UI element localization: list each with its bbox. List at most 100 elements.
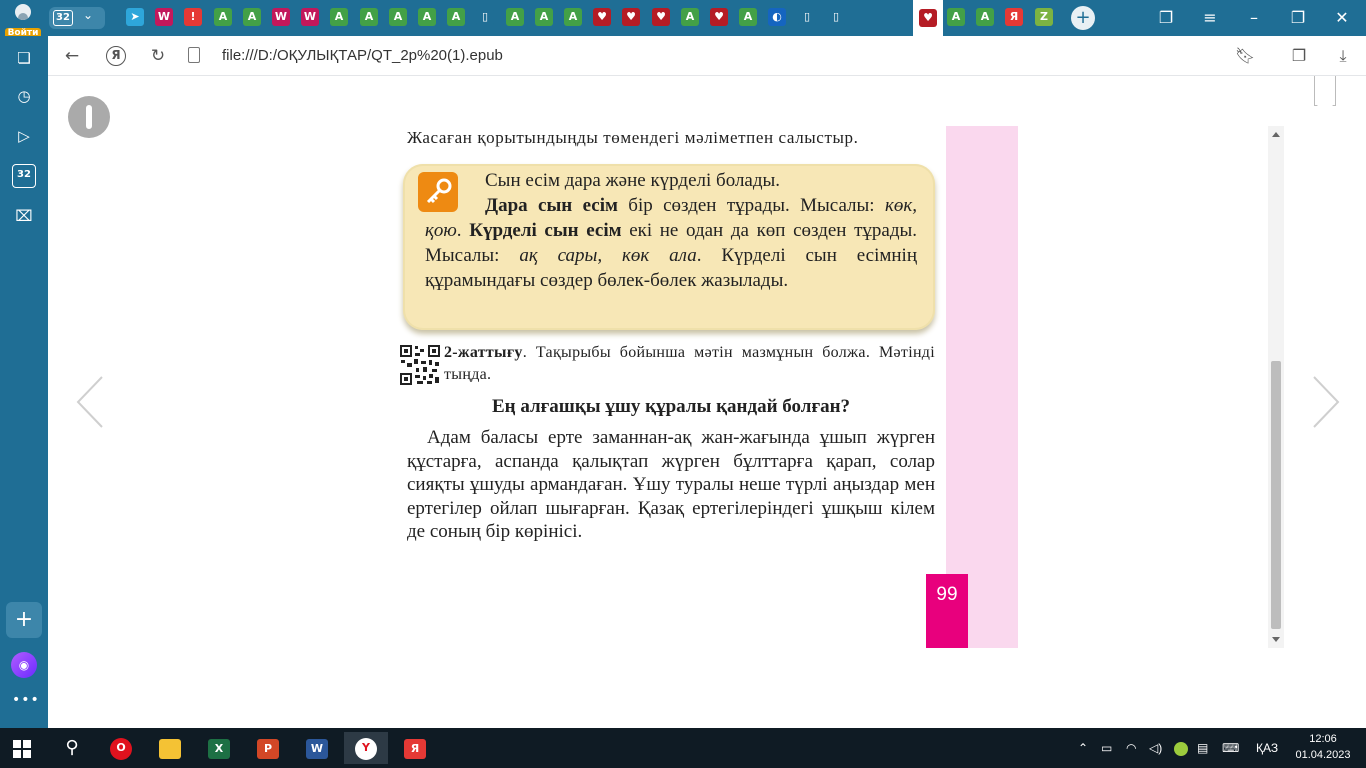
active-tab[interactable]: ♥ [913, 0, 943, 36]
rule-line-1: Сын есім дара және күрделі болады. [485, 170, 781, 191]
reload-icon[interactable]: ↻ [146, 44, 170, 68]
a-green-icon[interactable]: A [447, 8, 465, 26]
a-green-icon[interactable]: A [681, 8, 699, 26]
file-icon[interactable]: ▯ [798, 8, 816, 26]
story-text: Адам баласы ерте заманнан-ақ жан-жағында… [407, 426, 935, 544]
tray-expand-icon[interactable]: ⌃ [1078, 728, 1088, 768]
alice-assistant-icon[interactable]: ◉ [11, 652, 37, 678]
z-green-icon[interactable]: Z [1035, 8, 1053, 26]
bookmark-icon[interactable]: 🔖︎ [1233, 44, 1257, 68]
reader-menu-button[interactable] [68, 96, 110, 138]
clock-date: 01.04.2023 [1295, 749, 1351, 761]
video-icon[interactable]: ▷ [12, 124, 36, 148]
search-icon[interactable]: ⚲ [50, 732, 94, 764]
a-green-icon[interactable]: A [330, 8, 348, 26]
update-icon[interactable] [1174, 728, 1188, 768]
collections-icon[interactable]: ❏ [12, 46, 36, 70]
complex-adjective-examples: ақ сары, көк ала [519, 245, 697, 266]
doc-w-icon[interactable]: W [272, 8, 290, 26]
file-icon [188, 47, 200, 63]
a-green-icon[interactable]: A [535, 8, 553, 26]
more-icon[interactable]: ••• [12, 692, 39, 708]
story-title: Ең алғашқы ұшу құралы қандай болған? [491, 396, 851, 417]
tab-group-icon[interactable]: ❐ [1154, 6, 1178, 30]
file-icon[interactable]: ▯ [827, 8, 845, 26]
new-tab-button[interactable]: + [1071, 6, 1095, 30]
notification-icon[interactable]: ▤ [1197, 728, 1208, 768]
page-margin-band [946, 126, 1018, 648]
powerpoint-icon[interactable]: P [246, 732, 290, 764]
history-icon[interactable]: ◷ [12, 84, 36, 108]
shield-red-icon[interactable]: ♥ [710, 8, 728, 26]
tab-count-button[interactable]: 32 ⌄ [49, 7, 105, 29]
doc-w-icon[interactable]: W [301, 8, 319, 26]
yandex-browser-icon[interactable]: Y [344, 732, 388, 764]
rule-period: . [456, 220, 470, 241]
a-green-icon[interactable]: A [506, 8, 524, 26]
extensions-icon[interactable]: ❐ [1287, 44, 1311, 68]
add-panel-button[interactable]: + [6, 602, 42, 638]
a-green-icon[interactable]: A [389, 8, 407, 26]
keyboard-icon[interactable]: ⌨ [1222, 728, 1239, 768]
word-icon[interactable]: W [295, 732, 339, 764]
page-number: 99 [926, 574, 968, 648]
address-bar: ← Я ↻ file:///D:/ОҚУЛЫҚТАР/QT_2p%20(1).e… [48, 36, 1366, 76]
minimize-icon[interactable]: – [1242, 6, 1266, 30]
restore-icon[interactable]: ❐ [1286, 6, 1310, 30]
yandex-app-icon[interactable]: Я [393, 732, 437, 764]
edge-icon[interactable]: ◐ [768, 8, 786, 26]
a-green-icon[interactable]: A [243, 8, 261, 26]
tab-count: 32 [53, 10, 73, 26]
download-icon[interactable]: ⤓ [1331, 44, 1355, 68]
opera-icon[interactable]: O [99, 732, 143, 764]
a-green-icon[interactable]: A [564, 8, 582, 26]
epub-viewer: Жасаған қорытындыңды төмендегі мәліметпе… [48, 76, 1366, 728]
previous-page-arrow-icon[interactable] [72, 372, 112, 432]
page-bookmark-icon[interactable] [1314, 76, 1336, 106]
exercise-text: 2-жаттығу. Тақырыбы бойынша мәтін мазмұн… [444, 342, 935, 386]
language-indicator[interactable]: ҚАЗ [1256, 728, 1278, 768]
complex-adjective-term: Күрделі сын есім [469, 220, 622, 241]
back-icon[interactable]: ← [60, 44, 84, 68]
a-green-icon[interactable]: A [947, 8, 965, 26]
yandex-home-button[interactable]: Я [106, 46, 126, 66]
doc-w-icon[interactable]: W [155, 8, 173, 26]
a-green-icon[interactable]: A [360, 8, 378, 26]
chevron-down-icon: ⌄ [83, 8, 94, 22]
scroll-up-arrow-icon[interactable] [1272, 132, 1280, 137]
login-button[interactable]: Войти [4, 2, 42, 39]
vertical-scrollbar[interactable] [1268, 126, 1284, 648]
clock[interactable]: 12:06 01.04.2023 [1292, 731, 1354, 763]
close-icon[interactable]: ✕ [1330, 6, 1354, 30]
tabs-badge-icon[interactable]: 32 [12, 164, 36, 188]
volume-icon[interactable]: ◁) [1149, 728, 1162, 768]
qr-code-icon[interactable] [399, 344, 441, 386]
file-icon[interactable]: ▯ [476, 8, 494, 26]
file-explorer-icon[interactable] [148, 732, 192, 764]
scroll-down-arrow-icon[interactable] [1272, 637, 1280, 642]
yandex-icon[interactable]: Я [1005, 8, 1023, 26]
a-green-icon[interactable]: A [739, 8, 757, 26]
rule-text: Сын есім дара және күрделі болады. Дара … [425, 168, 917, 293]
wifi-icon[interactable]: ◠ [1126, 728, 1136, 768]
a-green-icon[interactable]: A [976, 8, 994, 26]
exercise-label: 2-жаттығу [444, 344, 523, 361]
screenshot-icon[interactable]: ⌧ [12, 204, 36, 228]
menu-icon[interactable]: ≡ [1198, 6, 1222, 30]
scrollbar-thumb[interactable] [1271, 361, 1281, 629]
telegram-icon[interactable]: ➤ [126, 8, 144, 26]
simple-adjective-definition: бір сөзден тұрады. Мысалы: [617, 195, 885, 216]
alert-icon[interactable]: ! [184, 8, 202, 26]
excel-icon[interactable]: X [197, 732, 241, 764]
battery-icon[interactable]: ▭ [1101, 728, 1112, 768]
story-paragraph: Адам баласы ерте заманнан-ақ жан-жағында… [407, 427, 935, 542]
a-green-icon[interactable]: A [214, 8, 232, 26]
shield-red-icon[interactable]: ♥ [593, 8, 611, 26]
shield-red-icon[interactable]: ♥ [652, 8, 670, 26]
next-page-arrow-icon[interactable] [1304, 372, 1344, 432]
instruction-line: Жасаған қорытындыңды төмендегі мәліметпе… [407, 128, 859, 147]
start-button[interactable] [0, 732, 44, 764]
simple-adjective-term: Дара сын есім [485, 195, 618, 216]
shield-red-icon[interactable]: ♥ [622, 8, 640, 26]
a-green-icon[interactable]: A [418, 8, 436, 26]
